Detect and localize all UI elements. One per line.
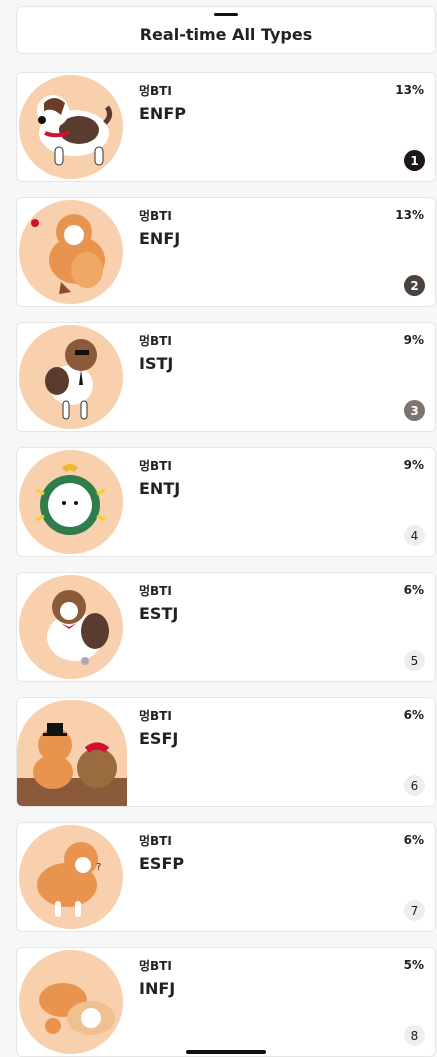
svg-text:?: ? <box>96 862 101 873</box>
type-card[interactable]: 멍BTI ENFJ 13% 2 <box>16 197 436 307</box>
brand-label: 멍BTI <box>139 334 172 348</box>
percentage: 6% <box>403 708 424 722</box>
rank-badge: 5 <box>404 650 425 671</box>
drag-handle[interactable] <box>214 13 238 16</box>
rank-badge: 3 <box>404 400 425 421</box>
dog-illustration <box>19 325 123 429</box>
brand-label: 멍BTI <box>139 584 172 598</box>
dog-illustration <box>17 700 127 806</box>
type-card[interactable]: 멍BTI ENTJ 9% 4 <box>16 447 436 557</box>
brand-label: 멍BTI <box>139 834 172 848</box>
brand-label: 멍BTI <box>139 459 172 473</box>
dog-illustration <box>19 450 123 554</box>
dog-illustration <box>19 950 123 1054</box>
dog-illustration <box>19 575 123 679</box>
type-card[interactable]: 멍BTI ESFJ 6% 6 <box>16 697 436 807</box>
rank-badge: 6 <box>404 775 425 796</box>
brand-label: 멍BTI <box>139 209 172 223</box>
mbti-type: INFJ <box>139 979 176 998</box>
type-card[interactable]: 멍BTI ESTJ 6% 5 <box>16 572 436 682</box>
mbti-type: ENFP <box>139 104 186 123</box>
mbti-type: ISTJ <box>139 354 174 373</box>
type-card[interactable]: 멍BTI ENFP 13% 1 <box>16 72 436 182</box>
rank-badge: 7 <box>404 900 425 921</box>
type-card[interactable]: ? 멍BTI ESFP 6% 7 <box>16 822 436 932</box>
page-title: Real-time All Types <box>139 25 313 44</box>
percentage: 9% <box>403 333 424 347</box>
mbti-type: ENTJ <box>139 479 181 498</box>
top-sheet-header: Real-time All Types <box>16 6 436 54</box>
percentage: 5% <box>403 958 424 972</box>
type-card[interactable]: 멍BTI ISTJ 9% 3 <box>16 322 436 432</box>
mbti-type: ESFP <box>139 854 185 873</box>
brand-label: 멍BTI <box>139 84 172 98</box>
mbti-type: ESTJ <box>139 604 179 623</box>
percentage: 6% <box>403 583 424 597</box>
dog-illustration: ? <box>19 825 123 929</box>
dog-illustration <box>19 75 123 179</box>
dog-illustration <box>19 200 123 304</box>
home-indicator <box>186 1050 266 1054</box>
type-card[interactable]: 멍BTI INFJ 5% 8 <box>16 947 436 1057</box>
percentage: 13% <box>395 208 424 222</box>
percentage: 9% <box>403 458 424 472</box>
rank-badge: 2 <box>404 275 425 296</box>
brand-label: 멍BTI <box>139 959 172 973</box>
rank-badge: 8 <box>404 1025 425 1046</box>
percentage: 13% <box>395 83 424 97</box>
rank-badge: 1 <box>404 150 425 171</box>
percentage: 6% <box>403 833 424 847</box>
brand-label: 멍BTI <box>139 709 172 723</box>
rank-badge: 4 <box>404 525 425 546</box>
mbti-type: ESFJ <box>139 729 179 748</box>
mbti-type: ENFJ <box>139 229 181 248</box>
